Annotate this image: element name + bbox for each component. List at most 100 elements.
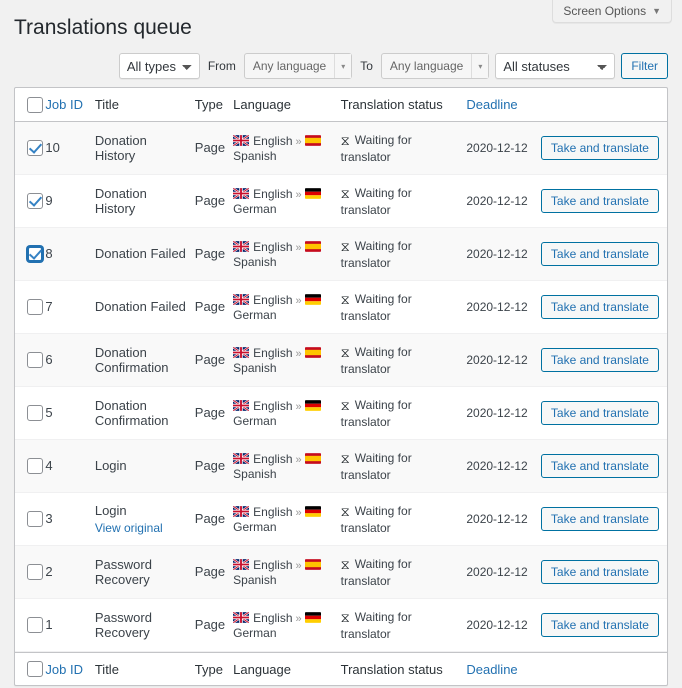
source-language: English — [253, 451, 293, 466]
cell-deadline: 2020-12-12 — [466, 545, 541, 599]
take-and-translate-button[interactable]: Take and translate — [540, 135, 659, 160]
table-header-row: Job ID Title Type Language Translation s… — [15, 88, 667, 122]
row-checkbox[interactable] — [27, 352, 43, 369]
column-header-deadline-link[interactable]: Deadline — [466, 97, 517, 112]
column-header-jobid[interactable]: Job ID — [45, 88, 95, 122]
hourglass-icon: ⧖ — [340, 609, 350, 625]
cell-type: Page — [194, 492, 234, 546]
select-all-checkbox-footer[interactable] — [27, 661, 43, 678]
row-checkbox[interactable] — [27, 140, 43, 157]
filter-status-select[interactable]: All statuses — [495, 53, 616, 80]
screen-meta-bar: Screen Options ▼ — [552, 0, 672, 23]
take-and-translate-button[interactable]: Take and translate — [540, 347, 659, 372]
source-language: English — [253, 133, 293, 148]
cell-type: Page — [194, 386, 234, 440]
select-all-checkbox[interactable] — [27, 96, 43, 113]
column-header-jobid-link[interactable]: Job ID — [45, 97, 83, 112]
cell-action: Take and translate — [540, 280, 667, 334]
cell-action: Take and translate — [540, 386, 667, 440]
title-text: Donation Confirmation — [94, 344, 169, 375]
row-checkbox[interactable] — [27, 193, 43, 210]
status-text: Waiting for translator — [340, 344, 412, 376]
take-and-translate-button[interactable]: Take and translate — [540, 612, 659, 637]
screen-options-button[interactable]: Screen Options ▼ — [552, 0, 672, 23]
cell-action: Take and translate — [540, 333, 667, 387]
take-and-translate-button[interactable]: Take and translate — [540, 188, 659, 213]
column-footer-jobid-link[interactable]: Job ID — [45, 662, 83, 677]
translations-queue-table: Job ID Title Type Language Translation s… — [14, 87, 668, 687]
language-separator: » — [295, 453, 302, 466]
cell-job-id: 10 — [45, 121, 95, 175]
cell-translation-status: ⧖ Waiting for translator — [340, 598, 467, 652]
status-text: Waiting for translator — [340, 291, 412, 323]
cell-title: Donation History — [94, 174, 195, 228]
cell-language: English» German — [233, 386, 341, 440]
language-separator: » — [295, 612, 302, 625]
column-footer-status: Translation status — [340, 651, 467, 686]
row-checkbox[interactable] — [27, 299, 43, 316]
status-text: Waiting for translator — [340, 397, 412, 429]
hourglass-icon: ⧖ — [340, 132, 350, 148]
chevron-down-icon: ▾ — [334, 54, 352, 79]
status-text: Waiting for translator — [340, 450, 412, 482]
deadline-text: 2020-12-12 — [466, 459, 528, 474]
take-and-translate-button[interactable]: Take and translate — [540, 400, 659, 425]
status-text: Waiting for translator — [340, 503, 412, 535]
cell-deadline: 2020-12-12 — [466, 492, 541, 546]
title-text: Login — [94, 502, 127, 518]
cell-translation-status: ⧖ Waiting for translator — [340, 439, 467, 493]
cell-type: Page — [194, 598, 234, 652]
take-and-translate-button[interactable]: Take and translate — [540, 453, 659, 478]
target-language: Spanish — [233, 254, 277, 269]
title-text: Donation Confirmation — [94, 397, 169, 428]
row-checkbox[interactable] — [27, 458, 43, 475]
row-checkbox[interactable] — [27, 511, 43, 528]
select-all-footer-header — [15, 651, 46, 686]
target-language: German — [233, 519, 277, 534]
target-language: Spanish — [233, 572, 277, 587]
cell-type: Page — [194, 545, 234, 599]
cell-job-id: 9 — [45, 174, 95, 228]
take-and-translate-button[interactable]: Take and translate — [540, 294, 659, 319]
cell-title: Donation Failed — [94, 280, 195, 334]
column-header-deadline[interactable]: Deadline — [466, 88, 541, 122]
filter-to-language-select[interactable]: Any language ▾ — [380, 53, 490, 80]
row-select-cell — [15, 121, 46, 175]
status-text: Waiting for translator — [340, 609, 412, 641]
filter-type-select[interactable]: All types — [118, 53, 200, 80]
row-checkbox[interactable] — [27, 246, 43, 263]
row-checkbox[interactable] — [27, 617, 43, 634]
cell-title: Donation Confirmation — [94, 386, 195, 440]
table-row: 3 Login View original Page English» German ⧖ Wa… — [15, 492, 667, 546]
table-foot: Job ID Title Type Language Translation s… — [15, 651, 667, 686]
row-checkbox[interactable] — [27, 405, 43, 422]
column-footer-deadline-link[interactable]: Deadline — [466, 662, 517, 677]
take-and-translate-button[interactable]: Take and translate — [540, 506, 659, 531]
column-header-status: Translation status — [340, 88, 467, 122]
cell-title: Donation Failed — [94, 227, 195, 281]
deadline-text: 2020-12-12 — [466, 512, 528, 527]
deadline-text: 2020-12-12 — [466, 141, 528, 156]
cell-job-id: 2 — [45, 545, 95, 599]
hourglass-icon: ⧖ — [340, 344, 350, 360]
cell-action: Take and translate — [540, 121, 667, 175]
column-footer-jobid[interactable]: Job ID — [45, 651, 95, 686]
row-checkbox[interactable] — [27, 564, 43, 581]
cell-title: Donation History — [94, 121, 195, 175]
row-select-cell — [15, 545, 46, 599]
flag-de-icon — [304, 294, 321, 305]
language-separator: » — [295, 241, 302, 254]
take-and-translate-button[interactable]: Take and translate — [540, 559, 659, 584]
take-and-translate-button[interactable]: Take and translate — [540, 241, 659, 266]
column-footer-deadline[interactable]: Deadline — [466, 651, 541, 686]
table-filter-bar: All types From Any language ▾ To Any lan… — [0, 53, 682, 87]
filter-button[interactable]: Filter — [621, 53, 668, 80]
column-footer-type: Type — [194, 651, 234, 686]
row-select-cell — [15, 174, 46, 228]
cell-deadline: 2020-12-12 — [466, 174, 541, 228]
hourglass-icon: ⧖ — [340, 450, 350, 466]
filter-from-language-select[interactable]: Any language ▾ — [243, 53, 353, 80]
deadline-text: 2020-12-12 — [466, 565, 528, 580]
view-original-link[interactable]: View original — [95, 521, 187, 535]
cell-action: Take and translate — [540, 227, 667, 281]
